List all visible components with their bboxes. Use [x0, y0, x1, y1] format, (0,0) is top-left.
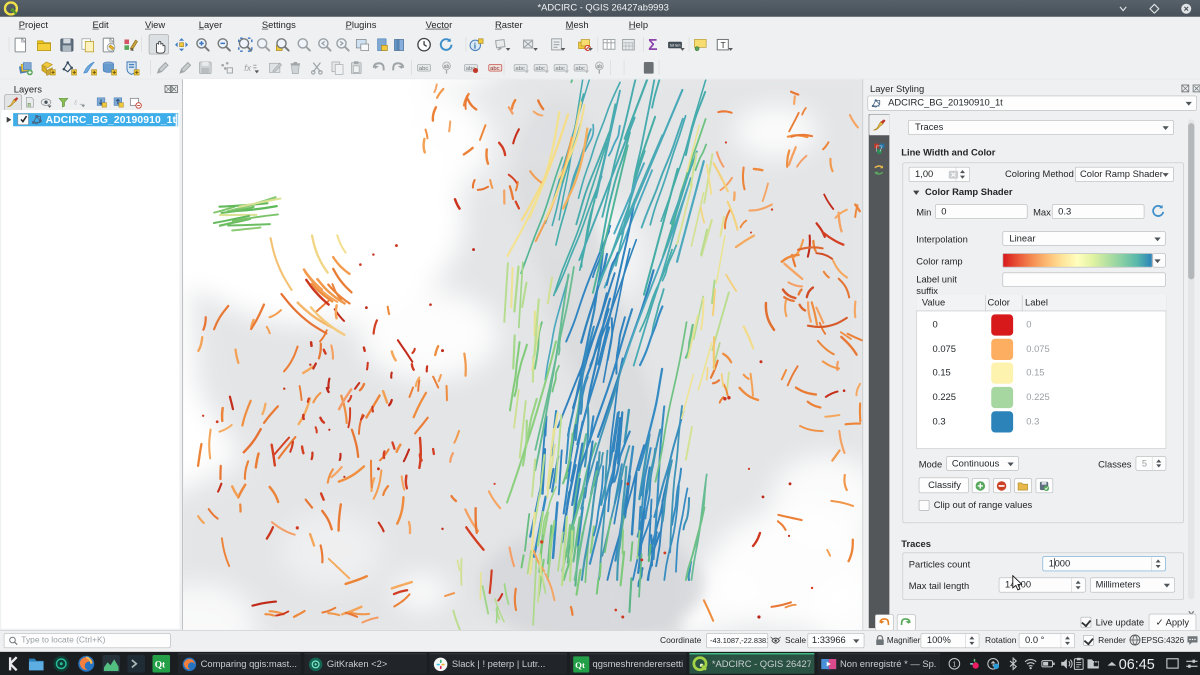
svg-text:1: 1 [953, 661, 957, 668]
svg-text:ε: ε [74, 98, 78, 106]
svg-text:abc: abc [515, 66, 525, 72]
svg-text:abc: abc [490, 66, 500, 72]
svg-text:tot len: tot len [670, 43, 681, 48]
svg-text:Σ: Σ [648, 37, 657, 53]
svg-text:abc: abc [555, 66, 565, 72]
svg-text:ab: ab [444, 64, 450, 70]
svg-text:T: T [721, 40, 726, 50]
svg-text:abc: abc [535, 66, 545, 72]
svg-text:Qt: Qt [575, 660, 585, 670]
svg-text:Qt: Qt [155, 660, 166, 670]
svg-text:abc: abc [575, 66, 585, 72]
svg-text:fx: fx [244, 63, 252, 73]
svg-text:abc: abc [419, 66, 429, 72]
svg-text:ab: ab [596, 64, 602, 70]
